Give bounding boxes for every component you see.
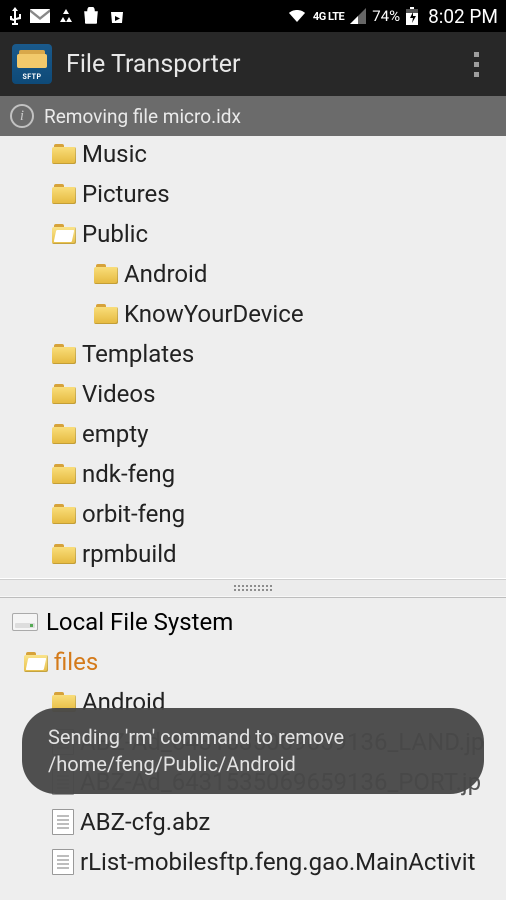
folder-icon <box>52 424 76 444</box>
tree-item[interactable]: Music <box>0 136 506 174</box>
file-icon <box>52 849 74 875</box>
item-label: Templates <box>76 340 194 368</box>
overflow-menu-button[interactable] <box>458 40 494 88</box>
info-icon: i <box>10 104 34 128</box>
tree-item[interactable]: empty <box>0 414 506 454</box>
signal-icon <box>350 8 366 24</box>
tree-item[interactable]: Videos <box>0 374 506 414</box>
status-right: 4G LTE 74% 8:02 PM <box>287 5 498 28</box>
gmail-icon <box>30 9 50 23</box>
tree-item[interactable]: files <box>0 642 506 682</box>
battery-pct: 74% <box>372 7 400 25</box>
item-label: orbit-feng <box>76 500 185 528</box>
item-label: rList-mobilesftp.feng.gao.MainActivit <box>74 848 475 876</box>
item-label: ndk-feng <box>76 460 175 488</box>
folder-open-icon <box>52 224 76 244</box>
folder-icon <box>52 384 76 404</box>
toast-message: Sending 'rm' command to remove /home/fen… <box>48 725 344 776</box>
network-label: 4G LTE <box>313 10 344 23</box>
folder-icon <box>94 304 118 324</box>
grip-icon <box>234 585 272 591</box>
clock: 8:02 PM <box>428 5 498 28</box>
folder-icon <box>52 144 76 164</box>
folder-open-icon <box>24 652 48 672</box>
tree-item[interactable]: rList-mobilesftp.feng.gao.MainActivit <box>0 842 506 882</box>
tree-item[interactable]: orbit-feng <box>0 494 506 534</box>
recycle-icon <box>58 8 74 24</box>
action-bar: SFTP File Transporter <box>0 32 506 96</box>
app-icon: SFTP <box>12 44 52 84</box>
wifi-icon <box>287 8 307 24</box>
tree-item[interactable]: ABZ-cfg.abz <box>0 802 506 842</box>
item-label: Android <box>118 260 207 288</box>
shop-icon <box>82 7 100 25</box>
app-title: File Transporter <box>66 50 458 79</box>
item-label: Pictures <box>76 180 170 208</box>
play-icon <box>108 7 126 25</box>
drive-icon <box>12 613 38 631</box>
info-bar: i Removing file micro.idx <box>0 96 506 136</box>
battery-icon <box>406 7 418 25</box>
tree-item[interactable]: Android <box>0 254 506 294</box>
folder-icon <box>52 544 76 564</box>
folder-icon <box>52 504 76 524</box>
item-label: rpmbuild <box>76 540 177 568</box>
folder-icon <box>94 264 118 284</box>
item-label: files <box>48 648 98 676</box>
tree-item[interactable]: ndk-feng <box>0 454 506 494</box>
toast: Sending 'rm' command to remove /home/fen… <box>22 708 484 794</box>
file-icon <box>52 809 74 835</box>
local-header-label: Local File System <box>46 608 233 636</box>
remote-pane[interactable]: Music Pictures Public Android KnowYourDevice… <box>0 136 506 578</box>
item-label: empty <box>76 420 148 448</box>
item-label: Videos <box>76 380 155 408</box>
item-label: Public <box>76 220 148 248</box>
folder-icon <box>52 344 76 364</box>
local-header[interactable]: Local File System <box>0 602 506 642</box>
item-label: Music <box>76 140 147 168</box>
usb-icon <box>8 7 22 25</box>
tree-item[interactable]: Pictures <box>0 174 506 214</box>
tree-item[interactable]: KnowYourDevice <box>0 294 506 334</box>
tree-item[interactable]: Public <box>0 214 506 254</box>
item-label: KnowYourDevice <box>118 300 304 328</box>
tree-item[interactable]: rpmbuild <box>0 534 506 574</box>
pane-splitter[interactable] <box>0 578 506 598</box>
tree-item[interactable]: Templates <box>0 334 506 374</box>
item-label: ABZ-cfg.abz <box>74 808 210 836</box>
folder-icon <box>52 184 76 204</box>
info-message: Removing file micro.idx <box>44 105 241 128</box>
status-bar: 4G LTE 74% 8:02 PM <box>0 0 506 32</box>
folder-icon <box>52 464 76 484</box>
status-left <box>8 7 126 25</box>
